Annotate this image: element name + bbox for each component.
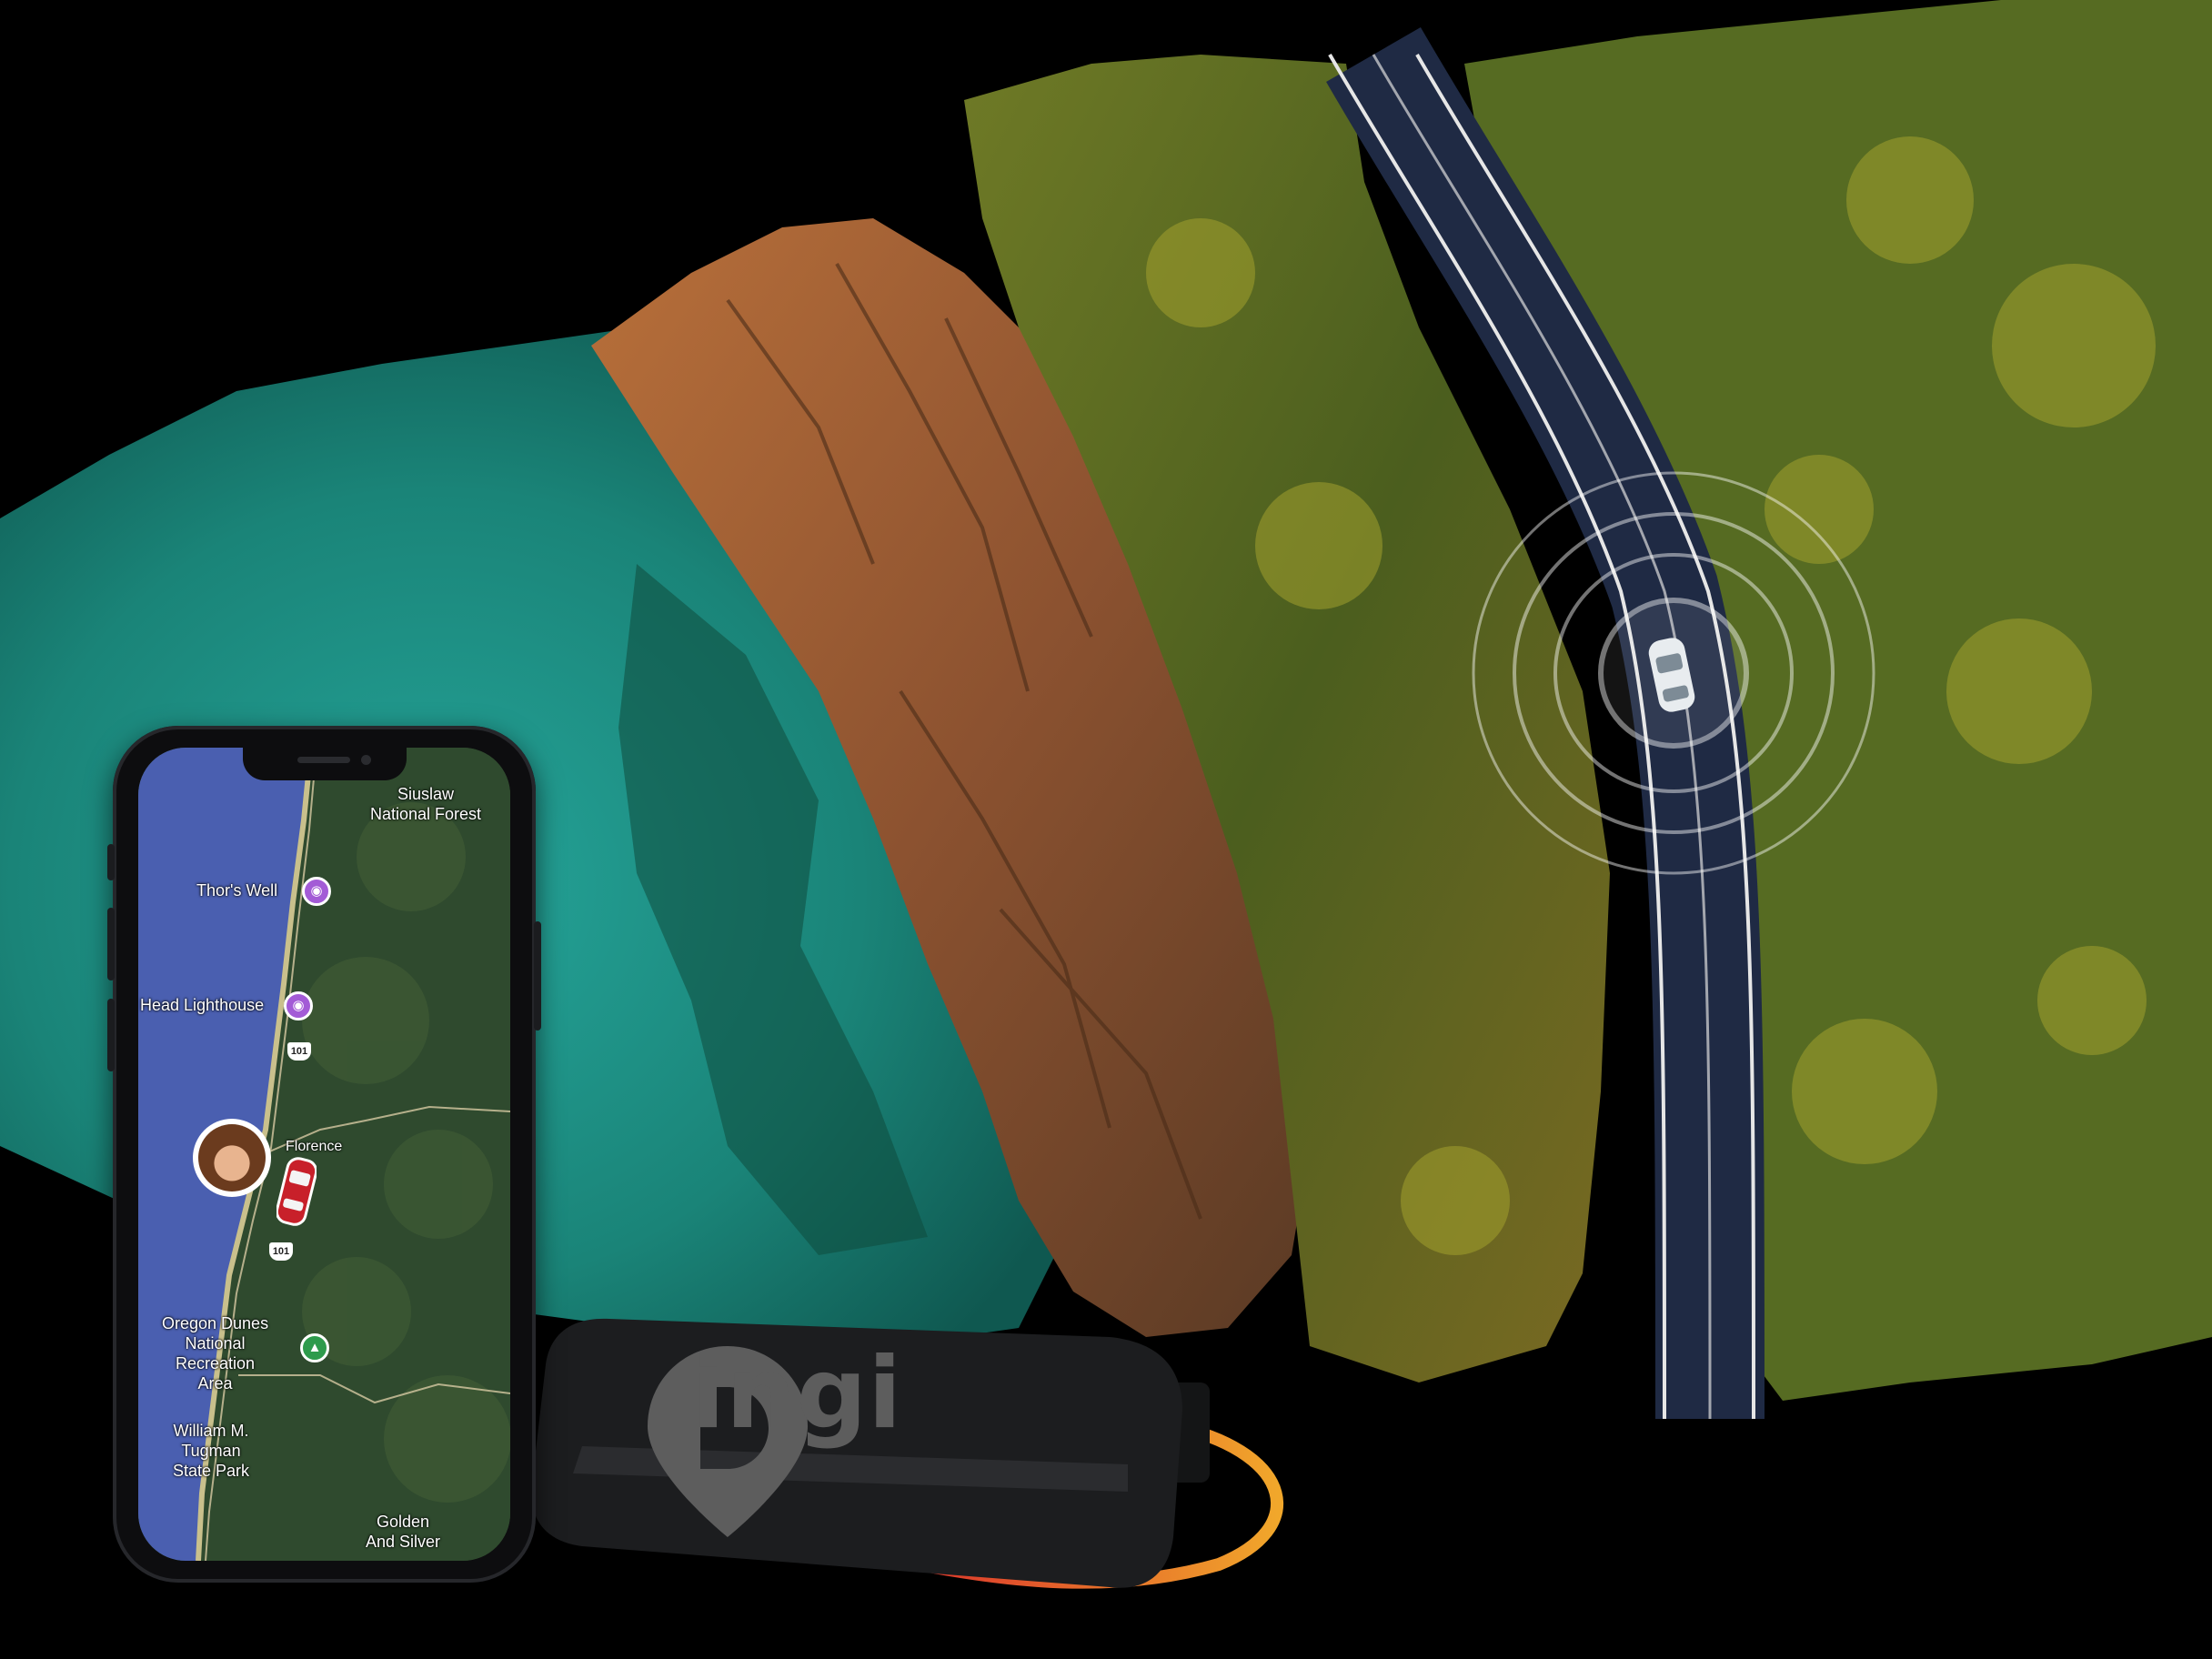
map-label-golden: Golden And Silver [366, 1513, 441, 1551]
gps-tracker-device [531, 1318, 1283, 1589]
map-label-oregon-dunes: Oregon Dunes National Recreation Area [162, 1314, 269, 1393]
map-label-florence: Florence [286, 1139, 343, 1154]
tree-poi-icon[interactable]: ▲ [300, 1333, 329, 1362]
phone-power-button [534, 921, 541, 1031]
phone-volume-down [107, 999, 115, 1071]
phone-camera [361, 755, 371, 765]
phone-side-button [107, 844, 115, 880]
map-label-siuslaw: Siuslaw National Forest [370, 785, 482, 823]
user-avatar[interactable] [193, 1119, 271, 1197]
phone-notch [243, 748, 407, 780]
car-marker-icon[interactable] [276, 1155, 317, 1228]
smartphone: Siuslaw National Forest Thor's Well ◉ He… [107, 726, 541, 1583]
map-label-tugman: William M. Tugman State Park [173, 1422, 250, 1480]
map-label-lighthouse: Head Lighthouse [140, 996, 265, 1014]
camera-poi-icon[interactable]: ◉ [284, 991, 313, 1021]
route-101-shield: 101 [287, 1042, 311, 1061]
avatar-photo [198, 1124, 266, 1191]
route-101-shield: 101 [269, 1242, 293, 1261]
camera-poi-icon[interactable]: ◉ [302, 877, 331, 906]
map-screen[interactable]: Siuslaw National Forest Thor's Well ◉ He… [138, 748, 510, 1561]
phone-volume-up [107, 908, 115, 980]
map-label-thors-well: Thor's Well [196, 881, 278, 900]
phone-speaker [297, 757, 350, 763]
tracker-logo-text: ingi [691, 1337, 903, 1451]
